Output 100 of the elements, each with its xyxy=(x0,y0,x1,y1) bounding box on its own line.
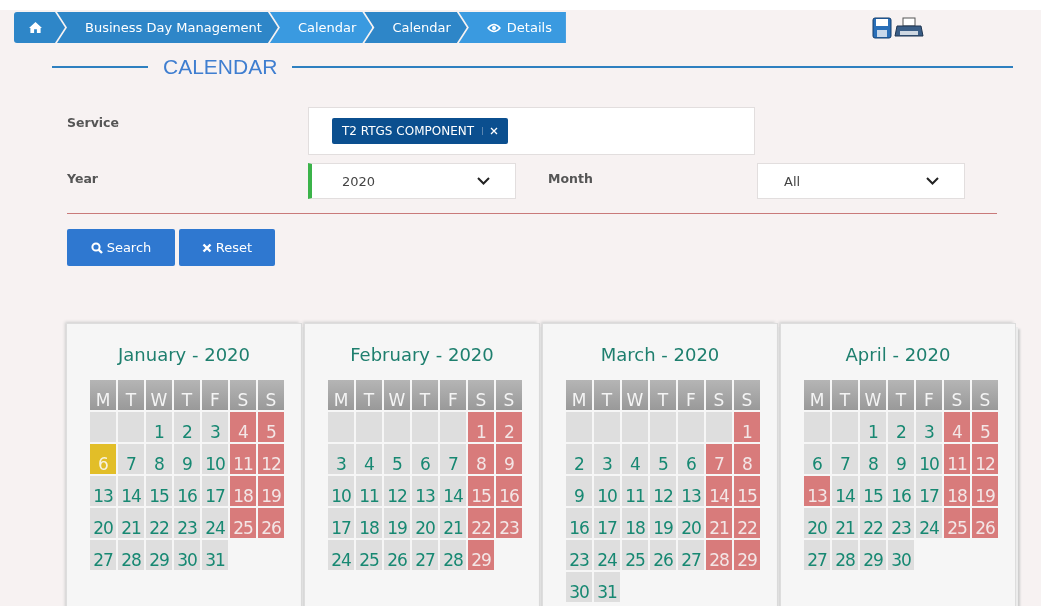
business-day[interactable]: 16 xyxy=(174,476,200,506)
business-day[interactable]: 28 xyxy=(118,540,144,570)
closed-day[interactable]: 8 xyxy=(734,444,760,474)
business-day[interactable]: 2 xyxy=(174,412,200,442)
closed-day[interactable]: 15 xyxy=(734,476,760,506)
business-day[interactable]: 1 xyxy=(860,412,886,442)
business-day[interactable]: 22 xyxy=(146,508,172,538)
business-day[interactable]: 6 xyxy=(678,444,704,474)
closed-day[interactable]: 29 xyxy=(734,540,760,570)
closed-day[interactable]: 26 xyxy=(258,508,284,538)
business-day[interactable]: 17 xyxy=(594,508,620,538)
closed-day[interactable]: 4 xyxy=(230,412,256,442)
business-day[interactable]: 5 xyxy=(650,444,676,474)
business-day[interactable]: 10 xyxy=(916,444,942,474)
closed-day[interactable]: 19 xyxy=(258,476,284,506)
business-day[interactable]: 23 xyxy=(888,508,914,538)
business-day[interactable]: 24 xyxy=(202,508,228,538)
closed-day[interactable]: 26 xyxy=(972,508,998,538)
business-day[interactable]: 2 xyxy=(566,444,592,474)
today-day[interactable]: 6 xyxy=(90,444,116,474)
business-day[interactable]: 6 xyxy=(804,444,830,474)
business-day[interactable]: 6 xyxy=(412,444,438,474)
business-day[interactable]: 13 xyxy=(678,476,704,506)
closed-day[interactable]: 2 xyxy=(496,412,522,442)
business-day[interactable]: 7 xyxy=(118,444,144,474)
closed-day[interactable]: 8 xyxy=(468,444,494,474)
business-day[interactable]: 23 xyxy=(566,540,592,570)
business-day[interactable]: 5 xyxy=(384,444,410,474)
business-day[interactable]: 16 xyxy=(888,476,914,506)
business-day[interactable]: 3 xyxy=(594,444,620,474)
business-day[interactable]: 24 xyxy=(328,540,354,570)
business-day[interactable]: 10 xyxy=(328,476,354,506)
business-day[interactable]: 7 xyxy=(440,444,466,474)
business-day[interactable]: 24 xyxy=(916,508,942,538)
business-day[interactable]: 22 xyxy=(860,508,886,538)
closed-day[interactable]: 15 xyxy=(468,476,494,506)
business-day[interactable]: 11 xyxy=(356,476,382,506)
business-day[interactable]: 27 xyxy=(90,540,116,570)
closed-day[interactable]: 5 xyxy=(258,412,284,442)
business-day[interactable]: 27 xyxy=(678,540,704,570)
business-day[interactable]: 20 xyxy=(412,508,438,538)
business-day[interactable]: 12 xyxy=(384,476,410,506)
business-day[interactable]: 10 xyxy=(202,444,228,474)
business-day[interactable]: 3 xyxy=(202,412,228,442)
business-day[interactable]: 29 xyxy=(860,540,886,570)
closed-day[interactable]: 7 xyxy=(706,444,732,474)
closed-day[interactable]: 14 xyxy=(706,476,732,506)
business-day[interactable]: 21 xyxy=(118,508,144,538)
business-day[interactable]: 27 xyxy=(804,540,830,570)
business-day[interactable]: 9 xyxy=(888,444,914,474)
business-day[interactable]: 21 xyxy=(440,508,466,538)
business-day[interactable]: 2 xyxy=(888,412,914,442)
printer-icon[interactable] xyxy=(893,16,924,39)
business-day[interactable]: 9 xyxy=(174,444,200,474)
business-day[interactable]: 15 xyxy=(146,476,172,506)
business-day[interactable]: 1 xyxy=(146,412,172,442)
business-day[interactable]: 4 xyxy=(356,444,382,474)
home-crumb[interactable] xyxy=(14,12,65,43)
business-day[interactable]: 3 xyxy=(328,444,354,474)
business-day[interactable]: 18 xyxy=(622,508,648,538)
business-day[interactable]: 13 xyxy=(412,476,438,506)
business-day[interactable]: 31 xyxy=(594,572,620,602)
business-day[interactable]: 12 xyxy=(650,476,676,506)
closed-day[interactable]: 4 xyxy=(944,412,970,442)
business-day[interactable]: 4 xyxy=(622,444,648,474)
closed-day[interactable]: 9 xyxy=(496,444,522,474)
business-day[interactable]: 14 xyxy=(440,476,466,506)
closed-day[interactable]: 5 xyxy=(972,412,998,442)
business-day[interactable]: 20 xyxy=(678,508,704,538)
breadcrumb-item[interactable]: Business Day Management xyxy=(57,12,278,43)
business-day[interactable]: 20 xyxy=(90,508,116,538)
business-day[interactable]: 23 xyxy=(174,508,200,538)
business-day[interactable]: 16 xyxy=(566,508,592,538)
business-day[interactable]: 25 xyxy=(356,540,382,570)
closed-day[interactable]: 19 xyxy=(972,476,998,506)
business-day[interactable]: 17 xyxy=(202,476,228,506)
business-day[interactable]: 17 xyxy=(328,508,354,538)
breadcrumb-item[interactable]: Calendar xyxy=(269,12,373,43)
business-day[interactable]: 17 xyxy=(916,476,942,506)
business-day[interactable]: 10 xyxy=(594,476,620,506)
business-day[interactable]: 29 xyxy=(146,540,172,570)
reset-button[interactable]: Reset xyxy=(179,229,275,266)
business-day[interactable]: 31 xyxy=(202,540,228,570)
business-day[interactable]: 9 xyxy=(566,476,592,506)
closed-day[interactable]: 28 xyxy=(706,540,732,570)
business-day[interactable]: 15 xyxy=(860,476,886,506)
closed-day[interactable]: 25 xyxy=(944,508,970,538)
closed-day[interactable]: 12 xyxy=(972,444,998,474)
business-day[interactable]: 3 xyxy=(916,412,942,442)
closed-day[interactable]: 22 xyxy=(734,508,760,538)
business-day[interactable]: 14 xyxy=(118,476,144,506)
closed-day[interactable]: 12 xyxy=(258,444,284,474)
closed-day[interactable]: 29 xyxy=(468,540,494,570)
closed-day[interactable]: 16 xyxy=(496,476,522,506)
business-day[interactable]: 14 xyxy=(832,476,858,506)
business-day[interactable]: 26 xyxy=(384,540,410,570)
business-day[interactable]: 30 xyxy=(888,540,914,570)
business-day[interactable]: 13 xyxy=(90,476,116,506)
month-select[interactable]: All xyxy=(757,163,965,199)
business-day[interactable]: 25 xyxy=(622,540,648,570)
